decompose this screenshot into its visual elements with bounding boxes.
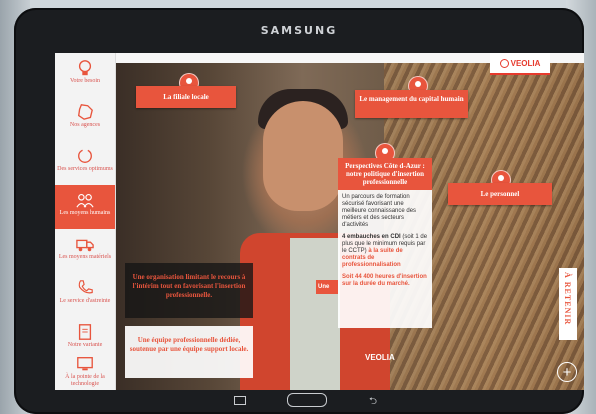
panel-organisation: Une organisation limitant le recours à l… xyxy=(125,263,253,318)
plus-button[interactable]: + xyxy=(557,362,577,382)
popup-title: Perspectives Côte d-Azur : notre politiq… xyxy=(338,158,432,190)
back-icon[interactable]: ⮌ xyxy=(369,394,377,411)
veolia-logo-icon xyxy=(499,59,509,69)
popup-paragraph-1: Un parcours de formation sécurisé favori… xyxy=(342,194,417,228)
hotspot-personnel[interactable]: Le personnel xyxy=(448,183,552,205)
sidebar-item-nos-agences[interactable]: Nos agences xyxy=(55,97,115,141)
a-retenir-label: À RETENIR xyxy=(563,272,572,326)
a-retenir-tab[interactable]: À RETENIR xyxy=(559,268,577,340)
hardware-buttons: ⮌ xyxy=(14,392,584,410)
popup-highlight: 4 embauches en CDI xyxy=(342,234,401,240)
hotspot-filiale-locale[interactable]: La filiale locale xyxy=(136,86,236,108)
info-popup: Perspectives Côte d-Azur : notre politiq… xyxy=(338,158,432,328)
device-brand: SAMSUNG xyxy=(260,24,338,37)
tablet-device: SAMSUNG VEOLIA VEOLIA Votre besoin Nos a… xyxy=(14,8,584,414)
truck-icon xyxy=(76,239,94,252)
phone-icon xyxy=(78,280,93,294)
sidebar-item-technologie[interactable]: À la pointe de la technologie xyxy=(55,349,115,390)
document-icon xyxy=(78,324,92,340)
sidebar: Votre besoin Nos agences Des services op… xyxy=(55,53,116,390)
cycle-icon xyxy=(78,149,92,163)
clipped-hotspot-label[interactable]: Une xyxy=(316,280,338,294)
popup-paragraph-3: Soit 44 400 heures d'insertion sur la du… xyxy=(342,274,427,287)
lightbulb-icon xyxy=(78,60,92,76)
tablet-screen: VEOLIA VEOLIA Votre besoin Nos agences D… xyxy=(55,53,584,390)
sidebar-item-moyens-materiels[interactable]: Les moyens matériels xyxy=(55,229,115,273)
recent-apps-icon[interactable] xyxy=(234,396,246,405)
screen-icon xyxy=(77,357,93,371)
panel-equipe: Une équipe professionnelle dédiée, soute… xyxy=(125,326,253,378)
sidebar-item-votre-besoin[interactable]: Votre besoin xyxy=(55,53,115,97)
sidebar-item-des-services[interactable]: Des services optimums xyxy=(55,141,115,185)
people-icon xyxy=(76,194,94,208)
veolia-logo[interactable]: VEOLIA xyxy=(490,53,550,75)
sidebar-item-astreinte[interactable]: Le service d'astreinte xyxy=(55,273,115,317)
sidebar-item-moyens-humains[interactable]: Les moyens humains xyxy=(55,185,115,229)
home-button[interactable] xyxy=(287,393,327,407)
vest-logo: VEOLIA xyxy=(365,353,395,362)
hotspot-management[interactable]: Le management du capital humain xyxy=(355,90,468,118)
france-map-icon xyxy=(77,104,93,120)
